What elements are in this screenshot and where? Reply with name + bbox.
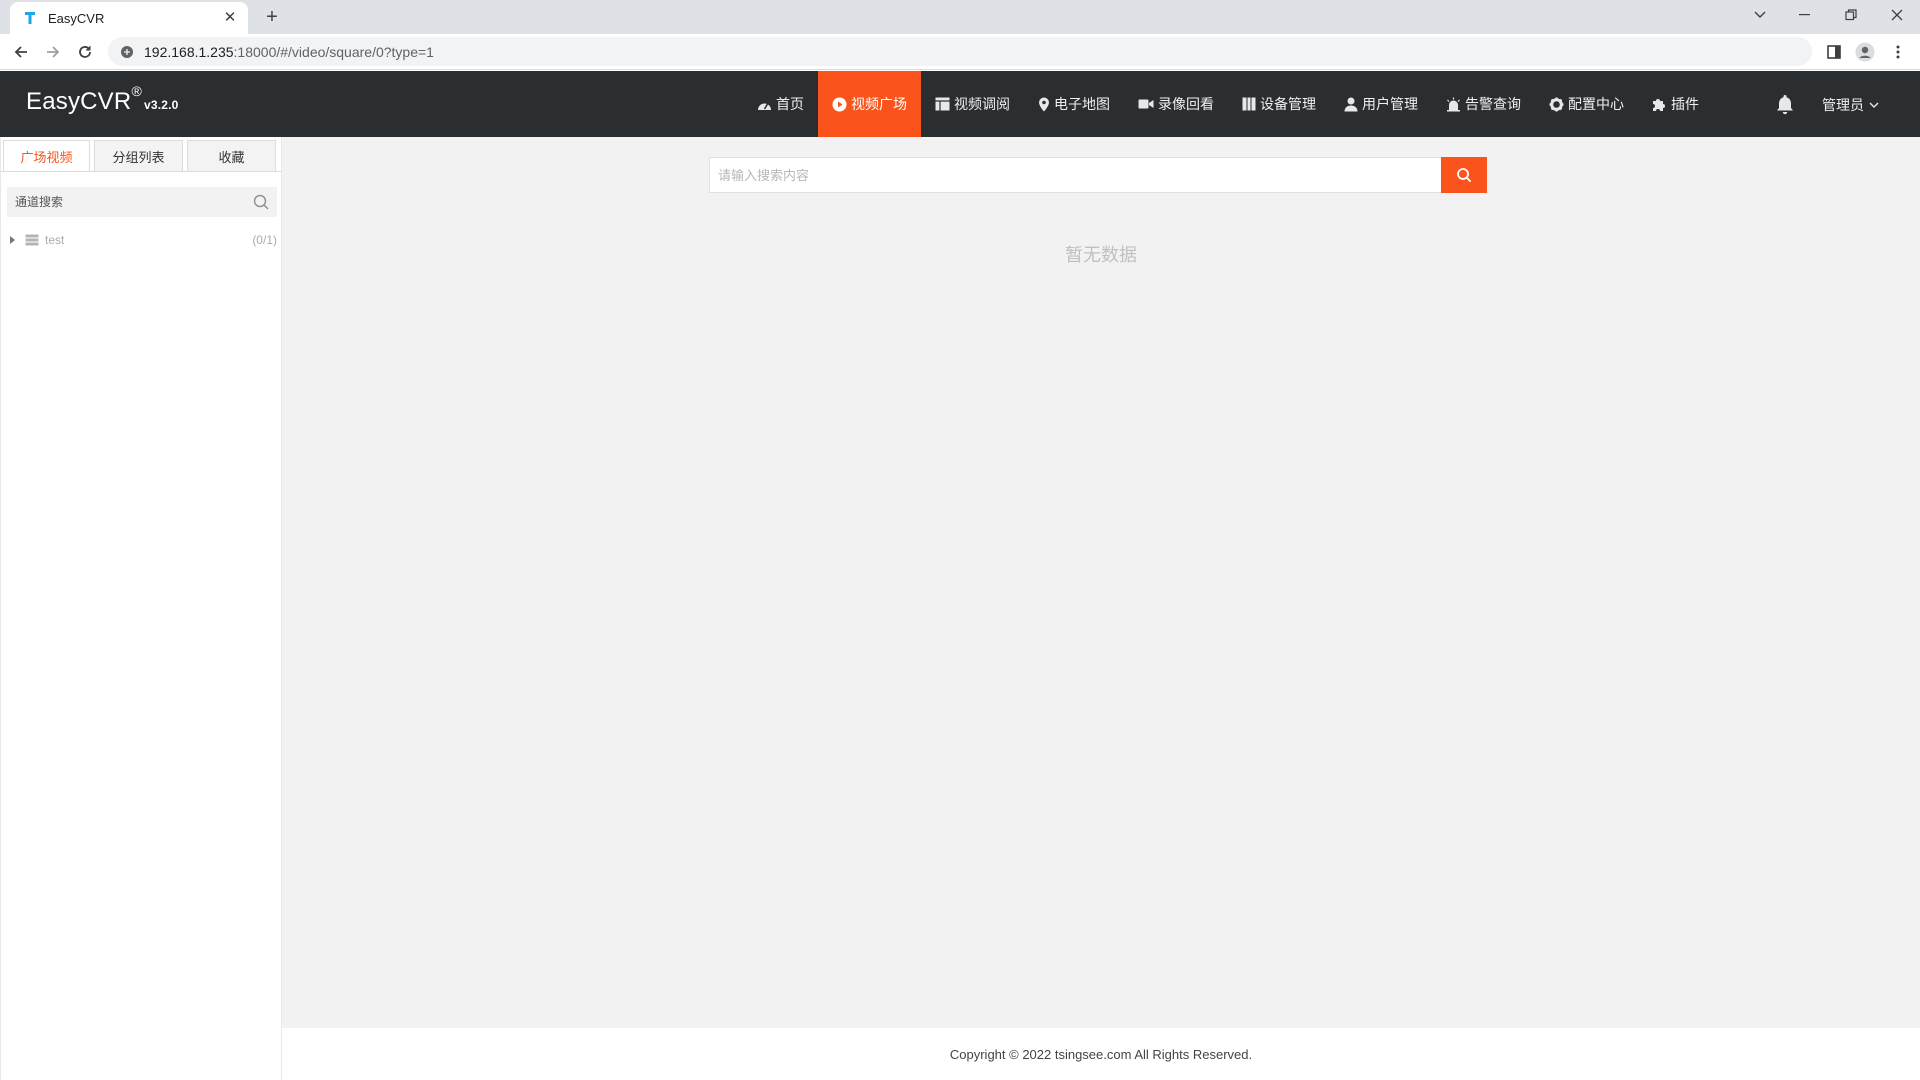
channel-search-input[interactable]: [15, 195, 253, 209]
nav-label: 视频广场: [851, 96, 907, 112]
nav-plugins[interactable]: 插件: [1638, 71, 1713, 137]
channel-search-box: [7, 187, 277, 217]
video-search-bar: [709, 157, 1487, 193]
app-version: v3.2.0: [143, 98, 179, 112]
alarm-icon: [1447, 97, 1460, 111]
browser-menu-icon[interactable]: [1886, 40, 1910, 64]
gear-icon: [1549, 97, 1564, 111]
nav-video-review[interactable]: 视频调阅: [921, 71, 1024, 137]
play-circle-icon: [832, 97, 847, 111]
channel-sidebar: 广场视频 分组列表 收藏 test (0/1): [0, 137, 282, 1080]
user-name: 管理员: [1822, 97, 1864, 113]
browser-toolbar: 192.168.1.235:18000/#/video/square/0?typ…: [0, 34, 1920, 70]
nav-video-square[interactable]: 视频广场: [818, 71, 921, 137]
tab-close-icon[interactable]: ✕: [222, 10, 238, 26]
nav-alarm-query[interactable]: 告警查询: [1432, 71, 1535, 137]
tabs-divider: [1, 171, 282, 172]
caret-right-icon[interactable]: [9, 236, 17, 244]
nav-label: 视频调阅: [954, 96, 1010, 112]
nav-label: 设备管理: [1260, 96, 1316, 112]
restore-icon[interactable]: [1828, 0, 1874, 30]
url-host: 192.168.1.235: [144, 43, 234, 60]
footer: Copyright © 2022 tsingsee.com All Rights…: [282, 1028, 1920, 1080]
forward-arrow-icon[interactable]: [40, 39, 66, 65]
nav-user-management[interactable]: 用户管理: [1330, 71, 1432, 137]
tree-node[interactable]: test (0/1): [9, 231, 277, 249]
main-nav: 首页 视频广场 视频调阅 电子地图 录像回看 设备管理 用户管理 告警查询 配置…: [743, 71, 1713, 137]
nav-label: 配置中心: [1568, 96, 1624, 112]
tab-search-icon[interactable]: [1737, 0, 1783, 30]
nav-config-center[interactable]: 配置中心: [1535, 71, 1638, 137]
dashboard-icon: [758, 103, 771, 110]
map-pin-icon: [1039, 97, 1049, 111]
nav-playback[interactable]: 录像回看: [1124, 71, 1228, 137]
search-icon[interactable]: [253, 194, 269, 210]
minimize-icon[interactable]: [1782, 0, 1828, 30]
tab-favorites[interactable]: 收藏: [187, 140, 276, 171]
sidebar-tabs: 广场视频 分组列表 收藏: [3, 140, 280, 171]
tree-node-label: test: [45, 233, 65, 247]
server-icon: [25, 234, 39, 246]
tab-title: EasyCVR: [48, 10, 105, 26]
nav-e-map[interactable]: 电子地图: [1024, 71, 1124, 137]
search-button[interactable]: [1441, 157, 1487, 193]
back-arrow-icon[interactable]: [8, 39, 34, 65]
bell-icon[interactable]: [1774, 93, 1796, 115]
search-icon: [1457, 168, 1472, 183]
nav-home[interactable]: 首页: [743, 71, 818, 137]
logo-text: EasyCVR: [26, 88, 132, 115]
puzzle-icon: [1653, 98, 1665, 111]
site-info-icon[interactable]: [120, 45, 134, 59]
nav-label: 电子地图: [1054, 96, 1110, 112]
tab-square-video[interactable]: 广场视频: [3, 140, 90, 171]
nav-label: 录像回看: [1158, 96, 1214, 112]
browser-tabstrip: EasyCVR ✕ +: [0, 0, 1920, 34]
nav-device-management[interactable]: 设备管理: [1228, 71, 1330, 137]
nav-label: 插件: [1671, 96, 1699, 112]
empty-state-text: 暂无数据: [1065, 245, 1137, 265]
side-panel-icon[interactable]: [1822, 40, 1846, 64]
nav-label: 告警查询: [1465, 96, 1521, 112]
video-search-input[interactable]: [709, 157, 1441, 193]
user-menu[interactable]: 管理员: [1822, 95, 1879, 115]
chevron-down-icon: [1869, 102, 1879, 108]
registered-mark: ®: [131, 83, 142, 99]
browser-tab[interactable]: EasyCVR ✕: [10, 2, 248, 34]
app-header: EasyCVR®v3.2.0 首页 视频广场 视频调阅 电子地图 录像回看 设备…: [0, 71, 1920, 137]
address-bar[interactable]: 192.168.1.235:18000/#/video/square/0?typ…: [108, 37, 1812, 66]
easycvr-favicon-icon: [25, 12, 35, 24]
tab-group-list[interactable]: 分组列表: [94, 140, 183, 171]
layout-icon: [935, 97, 950, 111]
url-path: :18000/#/video/square/0?type=1: [233, 43, 434, 60]
device-icon: [1242, 97, 1256, 111]
tree-node-count: (0/1): [252, 233, 277, 247]
video-camera-icon: [1138, 99, 1154, 109]
app-logo[interactable]: EasyCVR®v3.2.0: [26, 83, 179, 116]
nav-label: 用户管理: [1362, 96, 1418, 112]
nav-label: 首页: [776, 96, 804, 112]
close-window-icon[interactable]: [1874, 0, 1920, 30]
copyright-text: Copyright © 2022 tsingsee.com All Rights…: [949, 1046, 1253, 1062]
user-icon: [1344, 97, 1358, 111]
reload-icon[interactable]: [72, 39, 98, 65]
profile-avatar-icon[interactable]: [1853, 40, 1877, 64]
main-content: 暂无数据: [282, 137, 1920, 1028]
new-tab-button[interactable]: +: [262, 7, 282, 27]
